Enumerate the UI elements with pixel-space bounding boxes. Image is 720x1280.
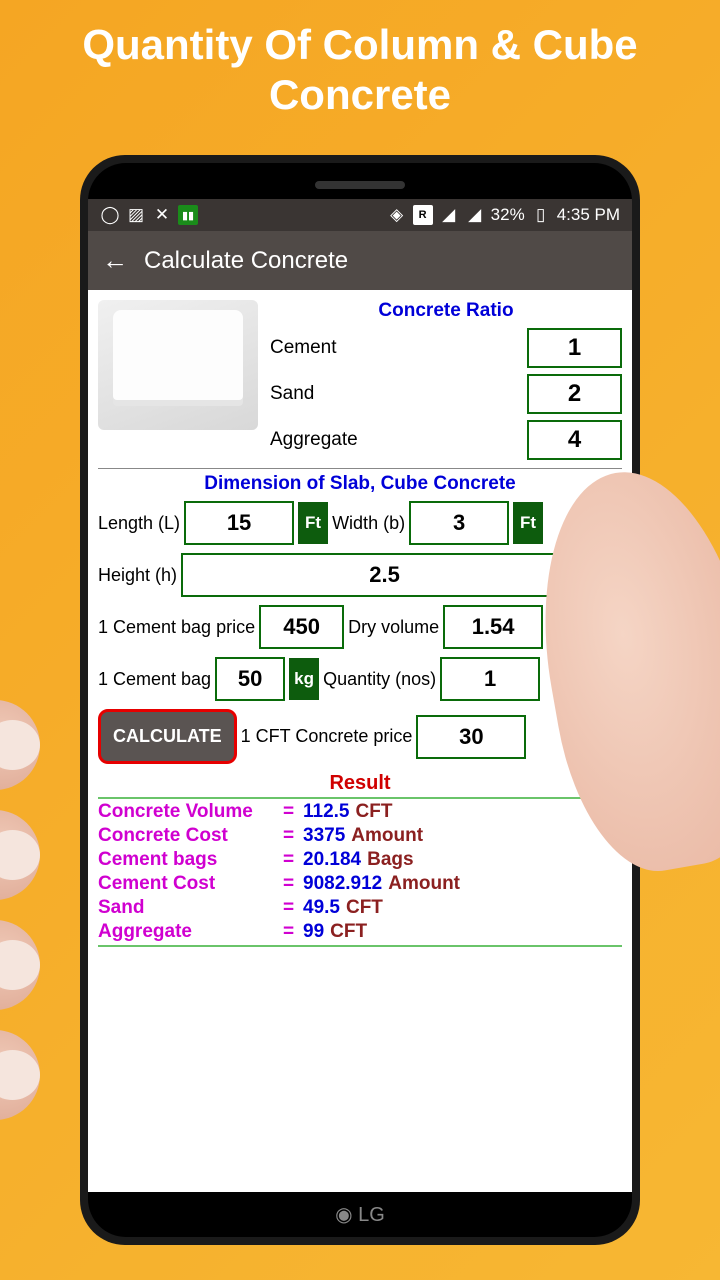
- bag-weight-unit[interactable]: kg: [289, 658, 319, 700]
- back-arrow-icon[interactable]: ←: [102, 245, 128, 276]
- app-bar: ← Calculate Concrete: [88, 231, 632, 290]
- result-row: Cement Cost=9082.912 Amount: [98, 873, 622, 895]
- width-label: Width (b): [332, 513, 405, 534]
- wifi-off-icon: ✕: [152, 205, 172, 225]
- battery-icon: ▯: [531, 205, 551, 225]
- aggregate-label: Aggregate: [270, 429, 358, 451]
- result-section: Result Concrete Volume=112.5CFTConcrete …: [98, 772, 622, 947]
- clock: 4:35 PM: [557, 205, 620, 225]
- equals-sign: =: [283, 801, 303, 823]
- bag-weight-input[interactable]: [215, 657, 285, 701]
- cft-price-label: 1 CFT Concrete price: [241, 726, 413, 747]
- equals-sign: =: [283, 921, 303, 943]
- app-notif-icon: ▮▮: [178, 205, 198, 225]
- ratio-title: Concrete Ratio: [270, 300, 622, 322]
- length-input[interactable]: [184, 501, 294, 545]
- battery-percent: 32%: [491, 205, 525, 225]
- signal-2-icon: ◢: [465, 205, 485, 225]
- result-unit: CFT: [356, 801, 393, 823]
- result-unit: CFT: [346, 897, 383, 919]
- cement-label: Cement: [270, 337, 337, 359]
- result-unit: Amount: [388, 873, 460, 895]
- width-unit[interactable]: Ft: [513, 502, 543, 544]
- cast-icon: ◈: [387, 205, 407, 225]
- sand-input[interactable]: [527, 374, 622, 414]
- calculate-button[interactable]: CALCULATE: [98, 709, 237, 764]
- cft-price-input[interactable]: [416, 715, 526, 759]
- result-unit: Amount: [351, 825, 423, 847]
- sync-icon: ◯: [100, 205, 120, 225]
- result-label: Cement Cost: [98, 873, 283, 895]
- result-row: Concrete Cost=3375 Amount: [98, 825, 622, 847]
- width-input[interactable]: [409, 501, 509, 545]
- result-value: 49.5: [303, 897, 340, 919]
- result-value: 3375: [303, 825, 345, 847]
- cement-input[interactable]: [527, 328, 622, 368]
- result-value: 9082.912: [303, 873, 382, 895]
- dry-volume-input[interactable]: [443, 605, 543, 649]
- result-row: Sand=49.5 CFT: [98, 897, 622, 919]
- equals-sign: =: [283, 849, 303, 871]
- cube-image: [98, 300, 258, 430]
- result-label: Sand: [98, 897, 283, 919]
- result-divider-bottom: [98, 945, 622, 947]
- promo-title: Quantity Of Column & Cube Concrete: [0, 0, 720, 131]
- length-unit[interactable]: Ft: [298, 502, 328, 544]
- result-label: Concrete Cost: [98, 825, 283, 847]
- result-row: Aggregate=99 CFT: [98, 921, 622, 943]
- app-title: Calculate Concrete: [144, 247, 348, 275]
- bag-price-input[interactable]: [259, 605, 344, 649]
- quantity-input[interactable]: [440, 657, 540, 701]
- status-bar: ◯ ▨ ✕ ▮▮ ◈ R ◢ ◢ 32% ▯ 4:35 PM: [88, 199, 632, 231]
- result-label: Cement bags: [98, 849, 283, 871]
- phone-logo: ◉ LG: [88, 1192, 632, 1237]
- result-label: Aggregate: [98, 921, 283, 943]
- dimension-title: Dimension of Slab, Cube Concrete: [98, 473, 622, 495]
- bag-weight-label: 1 Cement bag: [98, 669, 211, 690]
- result-title: Result: [98, 772, 622, 795]
- phone-speaker: [315, 181, 405, 189]
- height-label: Height (h): [98, 565, 177, 586]
- bag-price-label: 1 Cement bag price: [98, 617, 255, 638]
- result-row: Cement bags=20.184 Bags: [98, 849, 622, 871]
- equals-sign: =: [283, 897, 303, 919]
- height-input[interactable]: [181, 553, 588, 597]
- app-content: Concrete Ratio Cement Sand Aggregate: [88, 290, 632, 1192]
- equals-sign: =: [283, 873, 303, 895]
- image-icon: ▨: [126, 205, 146, 225]
- result-value: 99: [303, 921, 324, 943]
- equals-sign: =: [283, 825, 303, 847]
- result-unit: CFT: [330, 921, 367, 943]
- sand-label: Sand: [270, 383, 314, 405]
- quantity-label: Quantity (nos): [323, 669, 436, 690]
- length-label: Length (L): [98, 513, 180, 534]
- result-row: Concrete Volume=112.5 CFT: [98, 801, 622, 823]
- result-divider: [98, 797, 622, 799]
- result-unit: Bags: [367, 849, 413, 871]
- dry-volume-label: Dry volume: [348, 617, 439, 638]
- divider: [98, 468, 622, 469]
- hand-fingers: [0, 700, 80, 1200]
- roaming-icon: R: [413, 205, 433, 225]
- aggregate-input[interactable]: [527, 420, 622, 460]
- result-label: Concrete Volume: [98, 801, 283, 823]
- signal-1-icon: ◢: [439, 205, 459, 225]
- result-value: 20.184: [303, 849, 361, 871]
- result-value: 112.5: [303, 801, 350, 823]
